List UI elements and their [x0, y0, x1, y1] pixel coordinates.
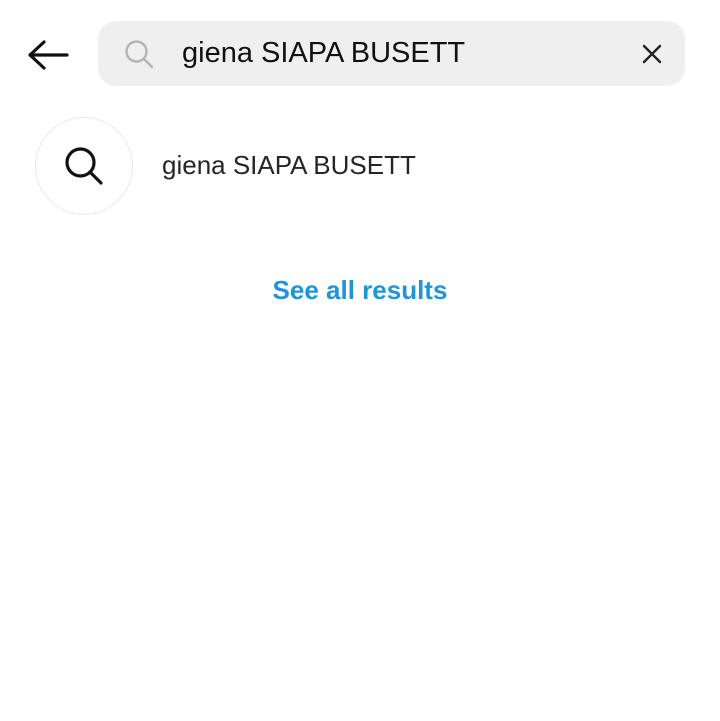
- see-all-results-link[interactable]: See all results: [0, 275, 720, 306]
- back-button[interactable]: [20, 30, 76, 80]
- search-input[interactable]: [182, 31, 622, 76]
- arrow-left-icon: [28, 40, 69, 70]
- suggestion-icon-circle: [35, 117, 133, 215]
- clear-search-button[interactable]: [636, 38, 668, 70]
- search-screen: giena SIAPA BUSETT See all results: [0, 0, 720, 721]
- search-bar: [98, 21, 685, 86]
- search-icon: [65, 147, 103, 185]
- search-icon: [125, 40, 154, 69]
- search-suggestion-item[interactable]: giena SIAPA BUSETT: [0, 110, 720, 222]
- close-icon: [642, 44, 662, 64]
- suggestion-label: giena SIAPA BUSETT: [162, 150, 416, 180]
